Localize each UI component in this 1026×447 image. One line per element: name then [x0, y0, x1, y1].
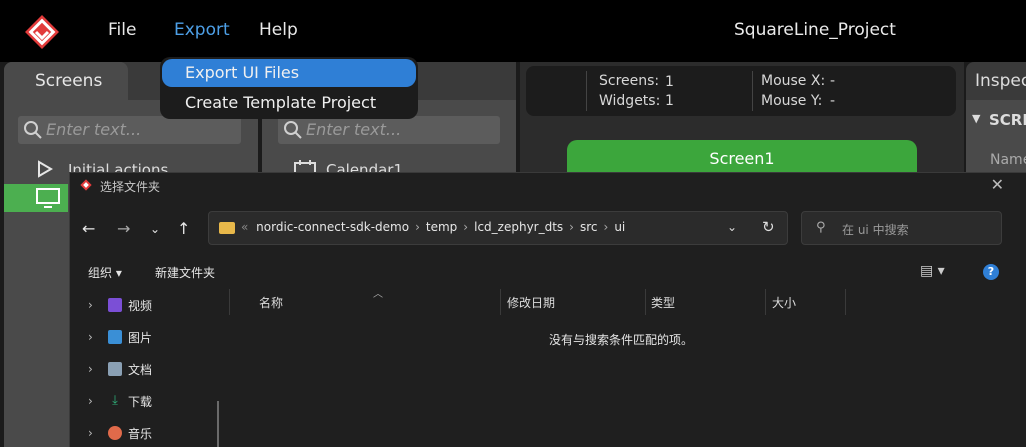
- mouse-x-label: Mouse X:: [761, 73, 826, 89]
- document-icon: [108, 362, 122, 376]
- new-folder-button[interactable]: 新建文件夹: [155, 264, 215, 281]
- chevron-down-icon[interactable]: ⌄: [150, 222, 160, 236]
- dialog-search-input[interactable]: ⚲ 在 ui 中搜索: [801, 211, 1002, 245]
- select-folder-dialog: 选择文件夹 ✕ ← → ⌄ ↑ « nordic-connect-sdk-dem…: [69, 172, 1026, 447]
- folder-icon: [219, 222, 235, 234]
- chevron-right-icon[interactable]: ›: [569, 220, 574, 234]
- forward-arrow-icon[interactable]: →: [117, 219, 130, 238]
- chevron-right-icon[interactable]: ›: [88, 362, 93, 376]
- divider: [500, 289, 501, 315]
- column-header-name[interactable]: 名称: [259, 294, 283, 311]
- chevron-right-icon[interactable]: ›: [88, 298, 93, 312]
- screen-preview-title: Screen1: [709, 149, 775, 168]
- widgets-count-label: Widgets:: [599, 93, 661, 109]
- help-icon[interactable]: ?: [983, 264, 999, 280]
- mouse-y-label: Mouse Y:: [761, 93, 823, 109]
- breadcrumb-item[interactable]: lcd_zephyr_dts: [474, 220, 563, 234]
- tab-screens[interactable]: Screens: [4, 62, 128, 100]
- menu-help[interactable]: Help: [259, 20, 298, 40]
- screens-count-value: 1: [665, 74, 674, 90]
- chevron-right-icon[interactable]: ›: [88, 330, 93, 344]
- breadcrumb-overflow[interactable]: «: [241, 220, 248, 234]
- nav-item-label: 音乐: [128, 427, 153, 441]
- refresh-icon[interactable]: ↻: [762, 218, 775, 236]
- collapse-triangle-icon[interactable]: ▼: [972, 112, 980, 125]
- tab-inspector[interactable]: Inspector: [975, 71, 1026, 91]
- breadcrumb-item[interactable]: nordic-connect-sdk-demo: [256, 220, 409, 234]
- inspector-label-name: Name: [990, 152, 1026, 168]
- monitor-icon: [36, 188, 60, 208]
- stats-bar: Screens: 1 Widgets: 1 Mouse X: - Mouse Y…: [526, 66, 956, 116]
- address-bar[interactable]: « nordic-connect-sdk-demo › temp › lcd_zephy…: [208, 211, 788, 245]
- play-icon: [38, 160, 53, 178]
- menu-item-create-template-project[interactable]: Create Template Project: [162, 89, 416, 117]
- music-icon: [108, 426, 122, 440]
- project-title: SquareLine_Project: [734, 20, 896, 40]
- divider: [229, 289, 230, 315]
- hierarchy-search-input[interactable]: Enter text...: [278, 116, 500, 144]
- column-header-type[interactable]: 类型: [651, 294, 675, 311]
- column-header-size[interactable]: 大小: [772, 294, 796, 311]
- search-placeholder: Enter text...: [46, 120, 142, 139]
- organize-button[interactable]: 组织 ▾: [88, 264, 122, 281]
- screens-search-input[interactable]: Enter text...: [18, 116, 241, 144]
- up-arrow-icon[interactable]: ↑: [177, 219, 190, 238]
- screen-list-item-selected[interactable]: [4, 184, 68, 212]
- column-header-date-modified[interactable]: 修改日期: [507, 294, 555, 311]
- video-icon: [108, 298, 122, 312]
- search-placeholder: 在 ui 中搜索: [842, 223, 909, 237]
- nav-item-label: 图片: [128, 331, 153, 345]
- download-icon: ⤓: [112, 393, 118, 408]
- chevron-right-icon[interactable]: ›: [88, 426, 93, 440]
- menu-file[interactable]: File: [108, 20, 136, 40]
- chevron-right-icon[interactable]: ›: [604, 220, 609, 234]
- picture-icon: [108, 330, 122, 344]
- back-arrow-icon[interactable]: ←: [82, 219, 95, 238]
- breadcrumb-item[interactable]: temp: [426, 220, 457, 234]
- squareline-logo-icon: [25, 15, 59, 49]
- sort-ascending-icon: ︿: [373, 289, 383, 300]
- divider: [845, 289, 846, 315]
- nav-item-label: 视频: [128, 299, 153, 313]
- menu-bar: File Export Help SquareLine_Project: [0, 0, 1026, 62]
- menu-item-export-ui-files[interactable]: Export UI Files: [162, 59, 416, 87]
- dialog-title: 选择文件夹: [100, 180, 161, 194]
- menu-item-label: Export UI Files: [185, 63, 300, 82]
- nav-pane-scrollbar[interactable]: [217, 401, 219, 447]
- menu-export[interactable]: Export: [174, 20, 230, 40]
- nav-item-label: 下载: [128, 395, 153, 409]
- close-icon[interactable]: ✕: [991, 175, 1004, 194]
- search-placeholder: Enter text...: [306, 120, 402, 139]
- breadcrumb-item[interactable]: src: [580, 220, 598, 234]
- tab-screens-label: Screens: [35, 71, 103, 91]
- menu-item-label: Create Template Project: [185, 93, 377, 112]
- inspector-section-title: SCREEN: [989, 111, 1026, 129]
- chevron-down-icon[interactable]: ⌄: [727, 220, 737, 234]
- breadcrumb-item[interactable]: ui: [614, 220, 625, 234]
- breadcrumb: « nordic-connect-sdk-demo › temp › lcd_zephy…: [241, 220, 625, 234]
- nav-item-label: 文档: [128, 363, 153, 377]
- squareline-logo-icon: [80, 179, 92, 191]
- mouse-x-value: -: [830, 73, 836, 89]
- view-options-icon[interactable]: ▤ ▾: [920, 263, 945, 279]
- divider: [752, 71, 753, 111]
- search-icon: ⚲: [816, 220, 826, 235]
- export-menu: Export UI Files Create Template Project: [160, 57, 418, 119]
- chevron-right-icon[interactable]: ›: [88, 394, 93, 408]
- chevron-right-icon[interactable]: ›: [415, 220, 420, 234]
- screens-count-label: Screens:: [599, 73, 660, 89]
- divider: [586, 71, 587, 111]
- chevron-right-icon[interactable]: ›: [463, 220, 468, 234]
- empty-folder-message: 没有与搜索条件匹配的项。: [549, 333, 694, 347]
- search-icon: [24, 121, 42, 139]
- mouse-y-value: -: [830, 93, 836, 109]
- widgets-count-value: 1: [665, 93, 674, 109]
- divider: [765, 289, 766, 315]
- search-icon: [284, 121, 302, 139]
- divider: [645, 289, 646, 315]
